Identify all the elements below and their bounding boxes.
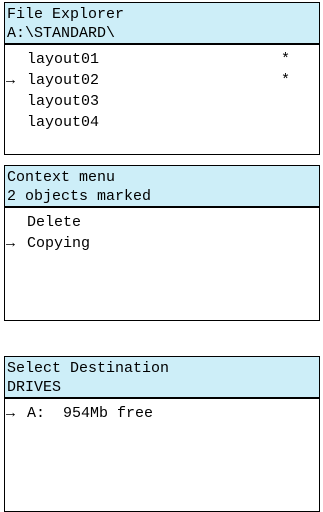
file-explorer-screen: File Explorer A:\STANDARD\ layout01 * → … (4, 2, 320, 155)
context-menu-list: Delete → Copying (5, 208, 319, 254)
list-item-label: layout02 (27, 72, 100, 89)
drive-item-a[interactable]: → A: 954Mb free (5, 403, 319, 424)
select-destination-header: Select Destination DRIVES (5, 357, 319, 399)
header-subtitle: DRIVES (7, 379, 62, 396)
right-arrow-icon: → (6, 235, 16, 252)
header-title: File Explorer (7, 6, 125, 23)
list-item-layout04[interactable]: layout04 (5, 112, 319, 133)
context-menu-screen: Context menu 2 objects marked Delete → C… (4, 165, 320, 321)
header-title: Context menu (7, 169, 116, 186)
menu-item-label: Copying (27, 235, 91, 252)
file-list: layout01 * → layout02 * layout03 layout0… (5, 45, 319, 133)
list-item-layout01[interactable]: layout01 * (5, 49, 319, 70)
menu-item-copying[interactable]: → Copying (5, 233, 319, 254)
drive-item-label: A: 954Mb free (27, 405, 154, 422)
right-arrow-icon: → (6, 72, 16, 89)
menu-item-label: Delete (27, 214, 82, 231)
file-explorer-header: File Explorer A:\STANDARD\ (5, 3, 319, 45)
marked-indicator: * (281, 72, 291, 89)
right-arrow-icon: → (6, 405, 16, 422)
context-menu-header: Context menu 2 objects marked (5, 166, 319, 208)
list-item-layout03[interactable]: layout03 (5, 91, 319, 112)
list-item-label: layout04 (27, 114, 100, 131)
marked-indicator: * (281, 51, 291, 68)
list-item-layout02[interactable]: → layout02 * (5, 70, 319, 91)
menu-item-delete[interactable]: Delete (5, 212, 319, 233)
header-path: A:\STANDARD\ (7, 25, 116, 42)
header-title: Select Destination (7, 360, 170, 377)
drive-list: → A: 954Mb free (5, 399, 319, 424)
list-item-label: layout03 (27, 93, 100, 110)
header-subtitle: 2 objects marked (7, 188, 152, 205)
select-destination-screen: Select Destination DRIVES → A: 954Mb fre… (4, 356, 320, 512)
list-item-label: layout01 (27, 51, 100, 68)
